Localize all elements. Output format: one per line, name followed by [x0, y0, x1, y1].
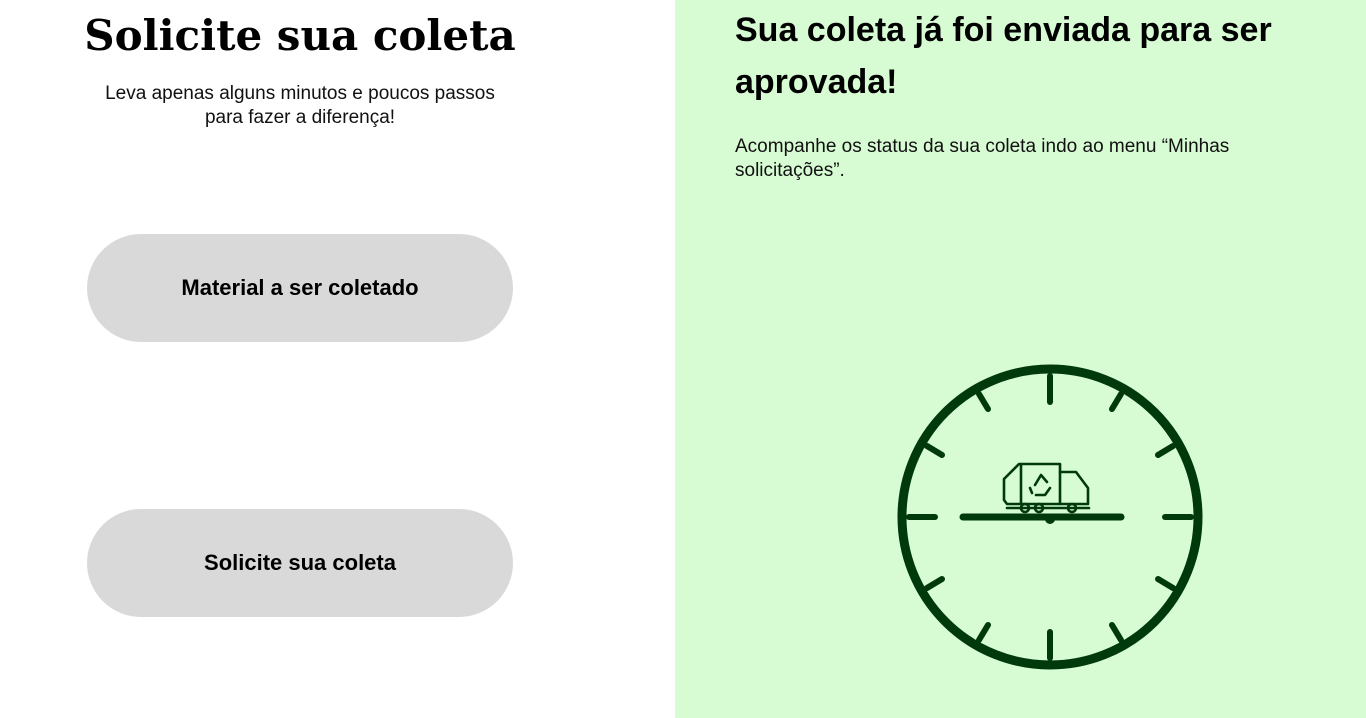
recycling-truck-icon	[1002, 462, 1091, 514]
page: Solicite sua coleta Leva apenas alguns m…	[0, 0, 1366, 718]
confirmation-message: Acompanhe os status da sua coleta indo a…	[735, 136, 1230, 181]
page-subtitle: Leva apenas alguns minutos e poucos pass…	[105, 83, 495, 128]
confirmation-panel: Sua coleta já foi enviada para ser aprov…	[675, 0, 1366, 718]
material-button[interactable]: Material a ser coletado	[87, 234, 513, 342]
clock-icon	[897, 364, 1203, 670]
solicite-coleta-button[interactable]: Solicite sua coleta	[87, 509, 513, 617]
request-panel: Solicite sua coleta Leva apenas alguns m…	[0, 0, 675, 718]
confirmation-title: Sua coleta já foi enviada para ser aprov…	[735, 11, 1272, 101]
page-title: Solicite sua coleta	[84, 11, 516, 60]
